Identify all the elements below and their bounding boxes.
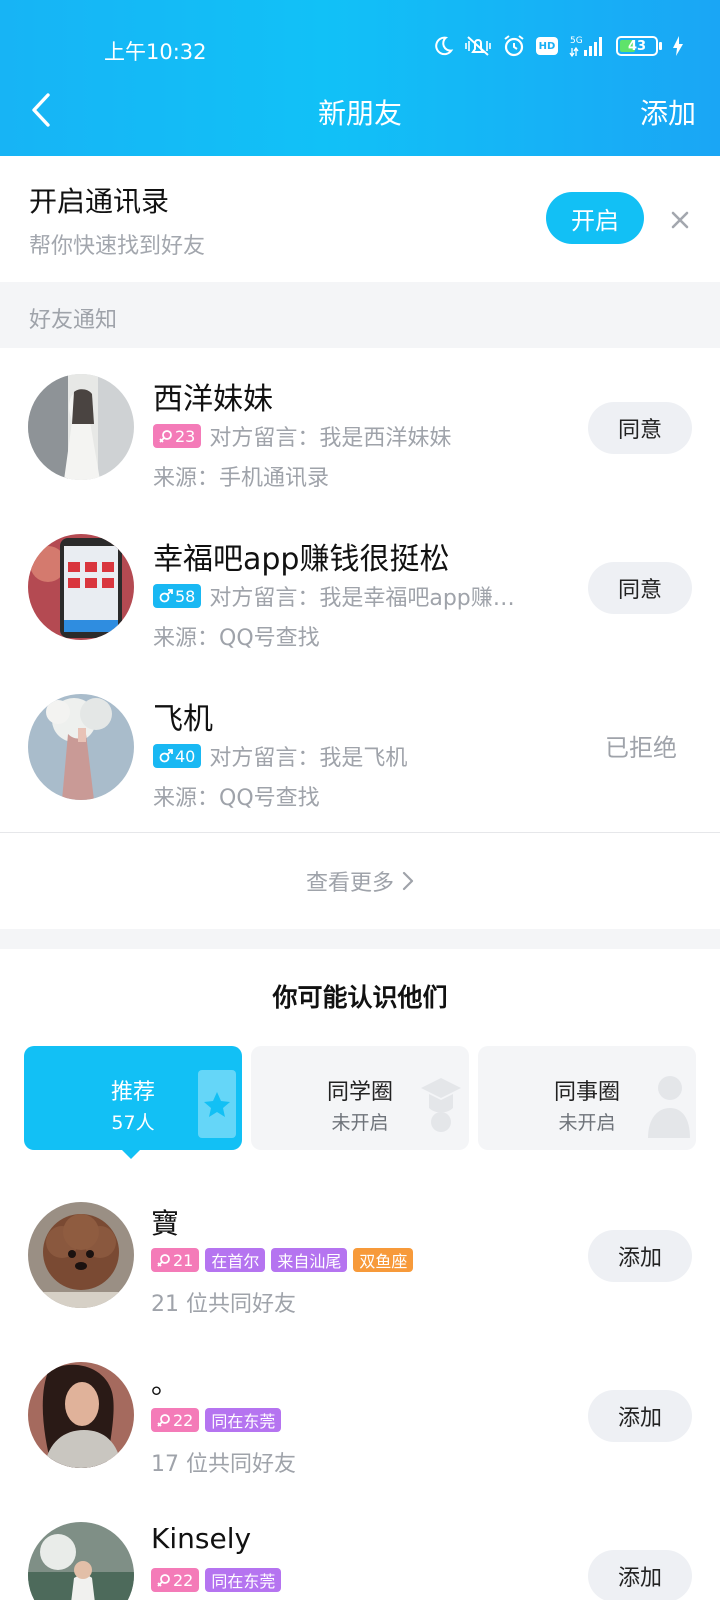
suggested-friend-item[interactable]: 。 22 同在东莞 17 位共同好友 添加 xyxy=(0,1336,720,1496)
avatar[interactable] xyxy=(28,1202,134,1308)
friend-request-item[interactable]: 西洋妹妹 23 对方留言：我是西洋妹妹 来源：手机通讯录 同意 xyxy=(0,348,720,508)
avatar[interactable] xyxy=(28,374,134,480)
location-tag: 同在东莞 xyxy=(205,1568,282,1592)
hometown-tag: 来自汕尾 xyxy=(271,1248,348,1272)
friend-request-item[interactable]: 幸福吧app赚钱很挺松 58 对方留言：我是幸福吧app赚… 来源：QQ号查找 … xyxy=(0,508,720,668)
age: 22 xyxy=(173,1410,194,1430)
signal-icon: 5G xyxy=(569,36,602,58)
add-friend-button[interactable]: 添加 xyxy=(588,1550,692,1600)
suggested-friend-item[interactable]: 寶 21 在首尔 来自汕尾 双鱼座 21 位共同好友 添加 xyxy=(0,1176,720,1336)
avatar[interactable] xyxy=(28,694,134,800)
accept-button[interactable]: 同意 xyxy=(588,562,692,614)
status-time: 上午10:32 xyxy=(104,40,207,64)
female-age-tag: 22 xyxy=(151,1568,200,1592)
female-age-tag: 23 xyxy=(153,424,202,448)
age: 40 xyxy=(175,746,196,766)
accept-button[interactable]: 同意 xyxy=(588,402,692,454)
age: 23 xyxy=(175,426,196,446)
female-age-tag: 22 xyxy=(151,1408,200,1432)
tab-colleagues[interactable]: 同事圈 未开启 xyxy=(478,1046,696,1150)
requester-name: 幸福吧app赚钱很挺松 xyxy=(153,542,450,577)
request-message: 对方留言：我是幸福吧app赚… xyxy=(209,586,515,611)
close-icon xyxy=(671,211,689,229)
chevron-right-icon xyxy=(402,871,414,891)
moon-icon xyxy=(435,36,454,56)
female-age-tag: 21 xyxy=(151,1248,200,1272)
colleague-icon xyxy=(648,1076,690,1138)
avatar[interactable] xyxy=(28,534,134,640)
age: 21 xyxy=(173,1250,194,1270)
tag-list: 22 同在东莞 xyxy=(151,1568,282,1592)
age: 58 xyxy=(175,586,196,606)
location-tag: 在首尔 xyxy=(205,1248,266,1272)
add-friend-button[interactable]: 添加 xyxy=(588,1230,692,1282)
charging-icon xyxy=(673,36,683,56)
suggested-name: 寶 xyxy=(151,1207,180,1240)
female-icon xyxy=(157,1254,170,1267)
male-icon xyxy=(159,749,173,763)
battery-level: 43 xyxy=(627,38,647,54)
section-gap xyxy=(0,929,720,949)
requester-name: 西洋妹妹 xyxy=(153,382,273,417)
suggestions-title: 你可能认识他们 xyxy=(272,983,448,1012)
request-source: 来源：手机通讯录 xyxy=(153,466,330,491)
add-friend-button[interactable]: 添加 xyxy=(588,1390,692,1442)
battery-cap xyxy=(659,42,662,50)
alarm-icon xyxy=(504,35,524,57)
see-more-link[interactable]: 查看更多 xyxy=(0,833,720,929)
enable-contacts-button[interactable]: 开启 xyxy=(546,192,644,244)
graduation-cap-icon xyxy=(421,1078,461,1132)
active-tab-pointer xyxy=(120,1148,142,1159)
contacts-banner: 开启通讯录 帮你快速找到好友 开启 xyxy=(0,156,720,282)
suggested-name: Kinsely xyxy=(151,1522,252,1555)
age: 22 xyxy=(173,1570,194,1590)
close-banner-button[interactable] xyxy=(666,206,694,234)
avatar[interactable] xyxy=(28,1522,134,1600)
request-message: 对方留言：我是飞机 xyxy=(209,746,408,771)
requester-name: 飞机 xyxy=(153,702,213,737)
request-source: 来源：QQ号查找 xyxy=(153,786,320,811)
location-tag: 同在东莞 xyxy=(205,1408,282,1432)
suggested-friend-item[interactable]: Kinsely 22 同在东莞 添加 xyxy=(0,1496,720,1600)
tab-recommended[interactable]: 推荐 57人 xyxy=(24,1046,242,1150)
suggested-name: 。 xyxy=(151,1367,180,1400)
male-age-tag: 40 xyxy=(153,744,202,768)
request-message: 对方留言：我是西洋妹妹 xyxy=(209,426,452,451)
tag-list: 21 在首尔 来自汕尾 双鱼座 xyxy=(151,1248,414,1272)
request-source: 来源：QQ号查找 xyxy=(153,626,320,651)
friend-notifications-header: 好友通知 xyxy=(0,282,720,348)
mute-bell-icon xyxy=(465,36,491,56)
section-label: 好友通知 xyxy=(29,308,118,333)
friend-request-item[interactable]: 飞机 40 对方留言：我是飞机 来源：QQ号查找 已拒绝 xyxy=(0,668,720,828)
banner-title: 开启通讯录 xyxy=(29,185,170,218)
avatar[interactable] xyxy=(28,1362,134,1468)
bookmark-star-icon xyxy=(198,1070,236,1138)
rejected-status: 已拒绝 xyxy=(605,734,677,762)
banner-subtitle: 帮你快速找到好友 xyxy=(29,234,206,259)
female-icon xyxy=(157,1574,170,1587)
mutual-friends: 21 位共同好友 xyxy=(151,1292,296,1317)
tag-list: 22 同在东莞 xyxy=(151,1408,282,1432)
zodiac-tag: 双鱼座 xyxy=(353,1248,414,1272)
status-bar-icons: HD 5G 43 xyxy=(432,34,684,58)
header-add-button[interactable]: 添加 xyxy=(640,92,696,132)
female-icon xyxy=(159,430,172,443)
app-header: 上午10:32 HD 5G 43 新朋友 添加 xyxy=(0,0,720,156)
see-more-label: 查看更多 xyxy=(305,871,394,896)
hd-icon: HD xyxy=(536,37,558,55)
mutual-friends: 17 位共同好友 xyxy=(151,1452,296,1477)
battery-icon: 43 xyxy=(616,36,658,56)
male-icon xyxy=(159,589,173,603)
male-age-tag: 58 xyxy=(153,584,202,608)
tab-classmates[interactable]: 同学圈 未开启 xyxy=(251,1046,469,1150)
page-title: 新朋友 xyxy=(317,97,402,130)
female-icon xyxy=(157,1414,170,1427)
svg-text:5G: 5G xyxy=(570,36,583,46)
